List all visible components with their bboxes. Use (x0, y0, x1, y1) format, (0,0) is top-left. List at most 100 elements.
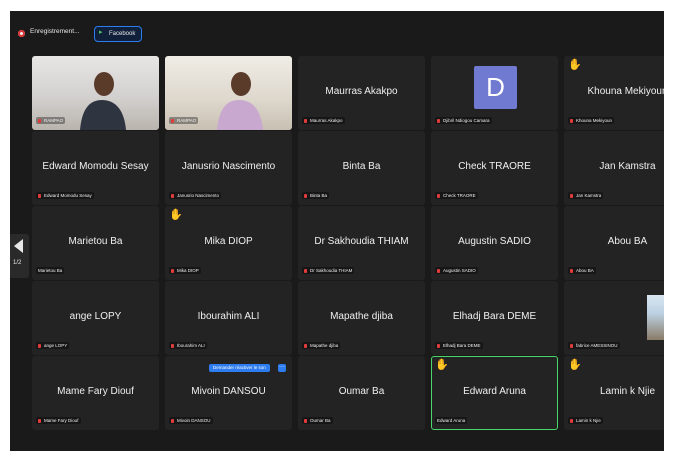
participant-name: ange LOPY (69, 311, 122, 322)
muted-mic-icon (304, 119, 307, 123)
participant-name: Binta Ba (342, 161, 381, 172)
page-indicator: 1/2 (13, 260, 22, 266)
participant-tile[interactable]: Maurras Akakpo Maurras Akakpo (298, 56, 425, 130)
participant-name: Abou BA (607, 236, 648, 247)
participant-tile[interactable]: Ibourahim ALI Ibourahim ALI (165, 281, 292, 355)
participant-tile[interactable]: Elhadj Bara DEME Elhadj Bara DEME (431, 281, 558, 355)
participant-label-text: Mivoin DANSOU (177, 418, 211, 423)
participant-label-text: Jan Kamstra (576, 193, 602, 198)
participant-label: Edward Momodu Sesay (36, 192, 94, 199)
participant-name: Mivoin DANSOU (191, 386, 266, 397)
participant-tile[interactable]: ✋ Lamin k Njie Lamin k Njie (564, 356, 664, 430)
participant-label-text: Abou BA (576, 268, 594, 273)
participant-label-text: Edward Momodu Sesay (44, 193, 92, 198)
participant-tile[interactable]: ✋ Mika DIOP Mika DIOP (165, 206, 292, 280)
muted-mic-icon (171, 344, 174, 348)
avatar: D (474, 66, 517, 109)
participant-name: Lamin k Njie (599, 386, 656, 397)
muted-mic-icon (437, 344, 440, 348)
participant-label-text: Mame Fary Diouf (44, 418, 79, 423)
participant-label-text: Dr Sakhoudia THIAM (310, 268, 353, 273)
participant-label-text: Elhadj Bara DEME (443, 343, 481, 348)
participant-label-text: Marietou Ba (38, 268, 63, 273)
participant-label-text: Edward Aruna (437, 418, 466, 423)
muted-mic-icon (38, 194, 41, 198)
participant-tile[interactable]: Demander réactiver le son ··· Mivoin DANSO… (165, 356, 292, 430)
participant-label-text: RAMPAO (177, 118, 197, 123)
participant-label-text: Binta Ba (310, 193, 328, 198)
participant-label: fabrice AMESSINOU (568, 342, 620, 349)
participant-label: ange LOPY (36, 342, 70, 349)
muted-mic-icon (570, 269, 573, 273)
muted-mic-icon (570, 194, 573, 198)
participant-tile[interactable]: Dr Sakhoudia THIAM Dr Sakhoudia THIAM (298, 206, 425, 280)
participant-tile[interactable]: ✋ Edward Aruna Edward Aruna (431, 356, 558, 430)
participant-label: Mame Fary Diouf (36, 417, 81, 424)
participant-name: Maurras Akakpo (325, 86, 398, 97)
participant-label-text: Mapathe djiba (310, 343, 339, 348)
participant-label: Augustin SADIO (435, 267, 478, 274)
top-toolbar: Enregistrement... ▸ Facebook (10, 25, 664, 43)
participant-label: Ibourahim ALI (169, 342, 207, 349)
participant-label: Lamin k Njie (568, 417, 603, 424)
muted-mic-icon (304, 269, 307, 273)
participant-label-text: Augustin SADIO (443, 268, 476, 273)
raised-hand-icon: ✋ (568, 59, 582, 71)
participant-name: Oumar Ba (338, 386, 385, 397)
participant-tile[interactable]: Abou BA Abou BA (564, 206, 664, 280)
participant-tile[interactable]: Mapathe djiba Mapathe djiba (298, 281, 425, 355)
participant-tile[interactable]: Edward Momodu Sesay Edward Momodu Sesay (32, 131, 159, 205)
participant-tile[interactable]: Janusrio Nascimento Janusrio Nascimento (165, 131, 292, 205)
participant-name: Elhadj Bara DEME (452, 311, 537, 322)
participant-tile[interactable]: RAMPAO (32, 56, 159, 130)
participant-tile[interactable]: Marietou Ba Marietou Ba (32, 206, 159, 280)
muted-mic-icon (437, 194, 440, 198)
muted-mic-icon (570, 419, 573, 423)
facebook-live-chip[interactable]: ▸ Facebook (94, 26, 143, 42)
participant-label: Mapathe djiba (302, 342, 341, 349)
participant-label: Mika DIOP (169, 267, 201, 274)
participant-label: Djibril Ndiogou Camara (435, 117, 492, 124)
muted-mic-icon (171, 194, 174, 198)
ask-to-unmute-button[interactable]: Demander réactiver le son (209, 364, 270, 372)
participant-tile[interactable]: Augustin SADIO Augustin SADIO (431, 206, 558, 280)
muted-mic-icon (304, 419, 307, 423)
participant-tile[interactable]: Oumar Ba Oumar Ba (298, 356, 425, 430)
raised-hand-icon: ✋ (435, 359, 449, 371)
meeting-window: Enregistrement... ▸ Facebook 1/2 RAMPAO R… (10, 11, 664, 451)
participant-tile[interactable]: RAMPAO (165, 56, 292, 130)
participant-label: Jan Kamstra (568, 192, 604, 199)
participant-tile[interactable]: Mame Fary Diouf Mame Fary Diouf (32, 356, 159, 430)
muted-mic-icon (570, 344, 573, 348)
recording-icon[interactable] (18, 30, 25, 37)
recording-label[interactable]: Enregistrement... (30, 28, 80, 35)
participant-label: Edward Aruna (435, 417, 468, 424)
participant-tile[interactable]: Binta Ba Binta Ba (298, 131, 425, 205)
participant-name: Khouna Mekiyoun (587, 86, 664, 97)
participant-label: Maurras Akakpo (302, 117, 345, 124)
participant-name: Check TRAORE (458, 161, 531, 172)
muted-mic-icon (171, 419, 174, 423)
participant-label: Janusrio Nascimento (169, 192, 222, 199)
muted-mic-icon (38, 344, 41, 348)
participant-name: Edward Momodu Sesay (42, 161, 149, 172)
participant-tile[interactable]: fabrice AMESSINOU (564, 281, 664, 355)
more-options-button[interactable]: ··· (278, 364, 286, 372)
muted-mic-icon (437, 269, 440, 273)
participant-label-text: RAMPAO (44, 118, 64, 123)
participant-tile[interactable]: Jan Kamstra Jan Kamstra (564, 131, 664, 205)
participant-label: Binta Ba (302, 192, 330, 199)
participant-label-text: Lamin k Njie (576, 418, 601, 423)
participant-label: Oumar Ba (302, 417, 333, 424)
participant-tile[interactable]: Check TRAORE Check TRAORE (431, 131, 558, 205)
participant-label-text: Maurras Akakpo (310, 118, 343, 123)
participant-name: Mame Fary Diouf (57, 386, 134, 397)
participant-label-text: Oumar Ba (310, 418, 331, 423)
participant-tile[interactable]: D Djibril Ndiogou Camara (431, 56, 558, 130)
participant-label-text: Check TRAORE (443, 193, 476, 198)
participant-tile[interactable]: ange LOPY ange LOPY (32, 281, 159, 355)
previous-page-button[interactable]: 1/2 (10, 234, 29, 278)
participant-tile[interactable]: ✋ Khouna Mekiyoun Khouna Mekiyoun (564, 56, 664, 130)
raised-hand-icon: ✋ (169, 209, 183, 221)
participant-name: Dr Sakhoudia THIAM (314, 236, 409, 247)
